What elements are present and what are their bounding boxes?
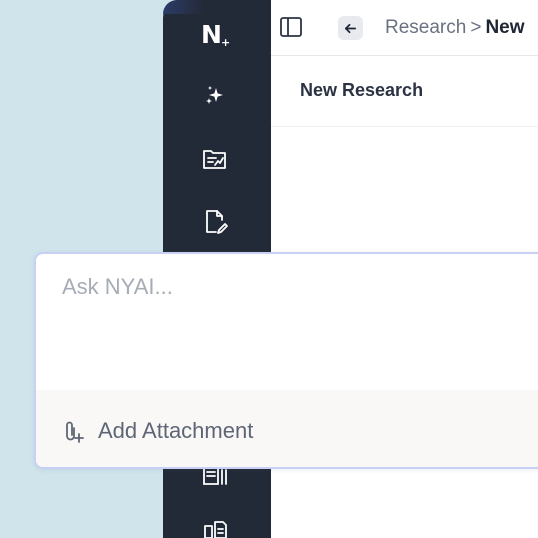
folder-chart-icon[interactable] [201,145,229,173]
breadcrumb-parent[interactable]: Research [385,17,466,38]
paperclip-plus-icon [66,421,84,443]
sparkle-icon[interactable] [201,82,229,110]
sidebar-toggle-icon[interactable] [279,15,303,39]
divider [271,126,538,127]
logo-plus: + [220,36,231,49]
breadcrumb: Research > New [385,16,525,40]
page-title: New Research [300,80,424,100]
logo-letter: N [201,20,222,49]
add-attachment-label: Add Attachment [98,418,254,443]
arrow-left-icon [344,23,357,33]
ask-nyai-panel: Add Attachment [34,252,538,469]
breadcrumb-separator: > [470,17,482,38]
breadcrumb-current: New [485,17,525,38]
document-compare-icon[interactable] [201,518,229,538]
document-edit-icon[interactable] [201,207,229,235]
top-bar: Research > New [271,0,538,56]
app-logo[interactable]: N+ [201,20,241,50]
back-button[interactable] [338,16,363,40]
sidebar-accent [163,0,203,14]
add-attachment-button[interactable]: Add Attachment [62,416,253,446]
ask-input[interactable] [36,254,538,390]
ask-footer: Add Attachment [36,390,538,467]
